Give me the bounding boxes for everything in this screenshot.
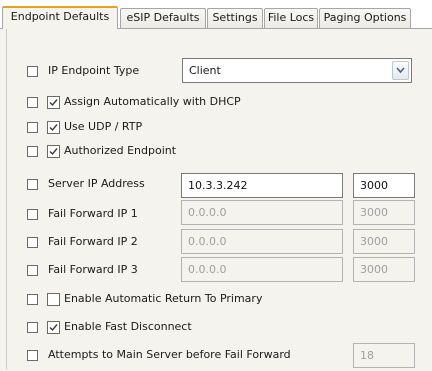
- endpoint-type-select[interactable]: Client: [182, 58, 412, 83]
- fail-forward-1-label: Fail Forward IP 1: [48, 207, 138, 220]
- chevron-down-icon[interactable]: [392, 61, 409, 80]
- row-marker-fail-forward-2[interactable]: [27, 237, 38, 248]
- fail-forward-3-label: Fail Forward IP 3: [48, 263, 138, 276]
- server-ip-input[interactable]: 10.3.3.242: [181, 173, 343, 198]
- fast-disconnect-checkbox[interactable]: [47, 321, 60, 334]
- auto-return-checkbox[interactable]: [47, 293, 60, 306]
- fail-forward-2-ip-input[interactable]: 0.0.0.0: [181, 229, 343, 254]
- attempts-label: Attempts to Main Server before Fail Forw…: [48, 348, 291, 361]
- attempts-input[interactable]: 18: [353, 343, 415, 368]
- fail-forward-1-ip-input[interactable]: 0.0.0.0: [181, 200, 343, 225]
- tab-paging-options[interactable]: Paging Options: [319, 8, 411, 28]
- row-marker-dhcp[interactable]: [27, 97, 38, 108]
- server-ip-label: Server IP Address: [48, 177, 145, 190]
- row-marker-udp[interactable]: [27, 122, 38, 133]
- endpoint-type-label: IP Endpoint Type: [48, 64, 140, 77]
- row-marker-auto-return[interactable]: [27, 294, 38, 305]
- fail-forward-2-port-input[interactable]: 3000: [353, 229, 415, 254]
- row-marker-fast-disconnect[interactable]: [27, 322, 38, 333]
- row-marker-endpoint-type[interactable]: [27, 66, 38, 77]
- fast-disconnect-label: Enable Fast Disconnect: [64, 320, 192, 333]
- fail-forward-3-ip-input[interactable]: 0.0.0.0: [181, 257, 343, 282]
- authorized-label: Authorized Endpoint: [64, 144, 177, 157]
- dhcp-label: Assign Automatically with DHCP: [64, 95, 241, 108]
- udp-label: Use UDP / RTP: [64, 120, 143, 133]
- row-marker-fail-forward-1[interactable]: [27, 209, 38, 220]
- authorized-checkbox[interactable]: [47, 145, 60, 158]
- row-marker-attempts[interactable]: [27, 350, 38, 361]
- tab-bar: Endpoint Defaults eSIP Defaults Settings…: [0, 0, 432, 29]
- endpoint-type-value: Client: [189, 64, 221, 77]
- tab-esip-defaults[interactable]: eSIP Defaults: [120, 8, 206, 28]
- fail-forward-3-port-input[interactable]: 3000: [353, 257, 415, 282]
- row-marker-server-ip[interactable]: [27, 179, 38, 190]
- fail-forward-1-port-input[interactable]: 3000: [353, 200, 415, 225]
- tab-settings[interactable]: Settings: [207, 8, 263, 28]
- auto-return-label: Enable Automatic Return To Primary: [64, 292, 263, 305]
- row-marker-fail-forward-3[interactable]: [27, 265, 38, 276]
- udp-checkbox[interactable]: [47, 121, 60, 134]
- tab-file-locs[interactable]: File Locs: [264, 8, 318, 28]
- row-marker-authorized[interactable]: [27, 146, 38, 157]
- server-port-input[interactable]: 3000: [353, 173, 415, 198]
- dhcp-checkbox[interactable]: [47, 96, 60, 109]
- fail-forward-2-label: Fail Forward IP 2: [48, 235, 138, 248]
- tab-endpoint-defaults[interactable]: Endpoint Defaults: [2, 6, 118, 29]
